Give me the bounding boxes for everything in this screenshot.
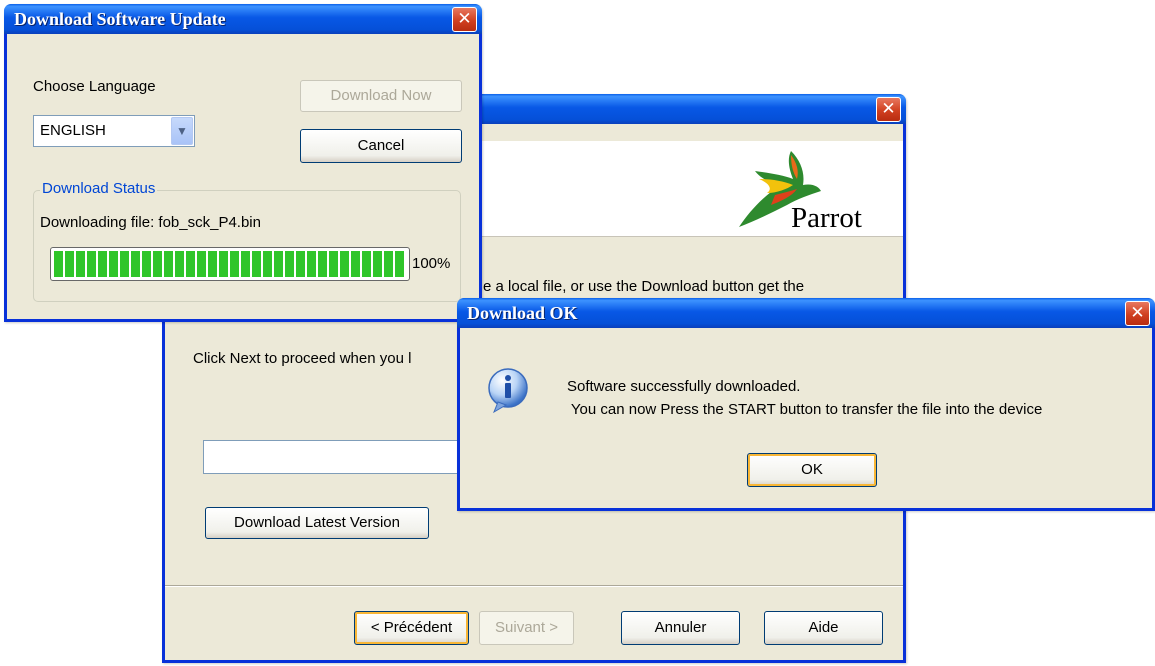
download-status-text: Downloading file: fob_sck_P4.bin [40,214,261,231]
download-status-label: Download Status [40,180,158,197]
ok-button[interactable]: OK [747,453,877,487]
chevron-down-icon[interactable]: ▼ [171,117,193,145]
download-dialog: Download Software Update ✕ Choose Langua… [4,4,482,322]
choose-language-label: Choose Language [33,78,156,95]
download-dialog-close-icon[interactable]: ✕ [452,7,477,32]
help-button[interactable]: Aide [764,611,883,645]
wizard-close-icon[interactable]: ✕ [876,97,901,122]
download-progress-percent: 100% [412,255,451,272]
previous-button[interactable]: < Précédent [354,611,469,645]
wizard-instruction-text: e a local file, or use the Download butt… [483,278,805,295]
download-status-group: Download Status Downloading file: fob_sc… [33,180,461,302]
download-dialog-title: Download Software Update [14,9,226,29]
download-ok-message-line1: Software successfully downloaded. [567,378,801,395]
download-dialog-titlebar: Download Software Update ✕ [4,4,482,34]
language-select-value: ENGLISH [40,122,106,139]
download-cancel-button[interactable]: Cancel [300,129,462,163]
download-ok-title: Download OK [467,303,578,323]
download-progress-bar [50,247,410,281]
download-latest-version-button[interactable]: Download Latest Version [205,507,429,539]
download-ok-close-icon[interactable]: ✕ [1125,301,1150,326]
parrot-logo-wordmark: Parrot [791,202,862,234]
wizard-next-instruction: Click Next to proceed when you l [193,350,412,367]
info-icon [488,368,528,414]
download-now-button[interactable]: Download Now [300,80,462,112]
download-ok-dialog: Download OK ✕ Software successfully down… [457,298,1155,511]
download-progress-fill [54,251,406,277]
wizard-footer-divider [165,585,903,587]
download-ok-message-line2: You can now Press the START button to tr… [567,401,1043,418]
download-ok-titlebar: Download OK ✕ [457,298,1155,328]
next-button[interactable]: Suivant > [479,611,574,645]
wizard-cancel-button[interactable]: Annuler [621,611,740,645]
language-select[interactable]: ENGLISH ▼ [33,115,195,147]
